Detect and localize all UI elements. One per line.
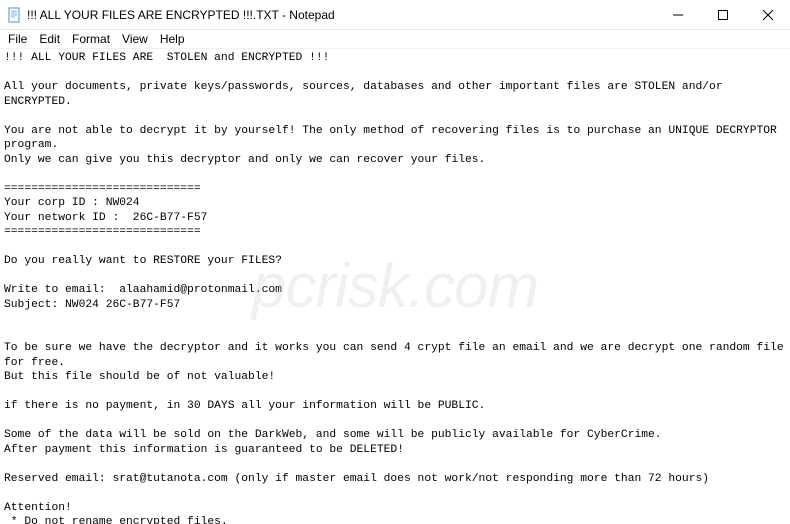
window-controls [655, 0, 790, 30]
menu-help[interactable]: Help [154, 31, 191, 47]
close-button[interactable] [745, 0, 790, 30]
maximize-icon [718, 10, 728, 20]
menubar: File Edit Format View Help [0, 30, 790, 49]
close-icon [763, 10, 773, 20]
notepad-icon [6, 7, 22, 23]
menu-file[interactable]: File [2, 31, 33, 47]
watermark: pcrisk.com [252, 279, 538, 294]
titlebar: !!! ALL YOUR FILES ARE ENCRYPTED !!!.TXT… [0, 0, 790, 30]
minimize-button[interactable] [655, 0, 700, 30]
menu-view[interactable]: View [116, 31, 154, 47]
watermark-suffix: risk.com [315, 251, 538, 320]
menu-edit[interactable]: Edit [33, 31, 66, 47]
maximize-button[interactable] [700, 0, 745, 30]
menu-format[interactable]: Format [66, 31, 116, 47]
window-title: !!! ALL YOUR FILES ARE ENCRYPTED !!!.TXT… [27, 8, 655, 22]
minimize-icon [673, 10, 683, 20]
document-body: !!! ALL YOUR FILES ARE STOLEN and ENCRYP… [4, 52, 790, 524]
text-area[interactable]: pcrisk.com!!! ALL YOUR FILES ARE STOLEN … [0, 49, 790, 524]
